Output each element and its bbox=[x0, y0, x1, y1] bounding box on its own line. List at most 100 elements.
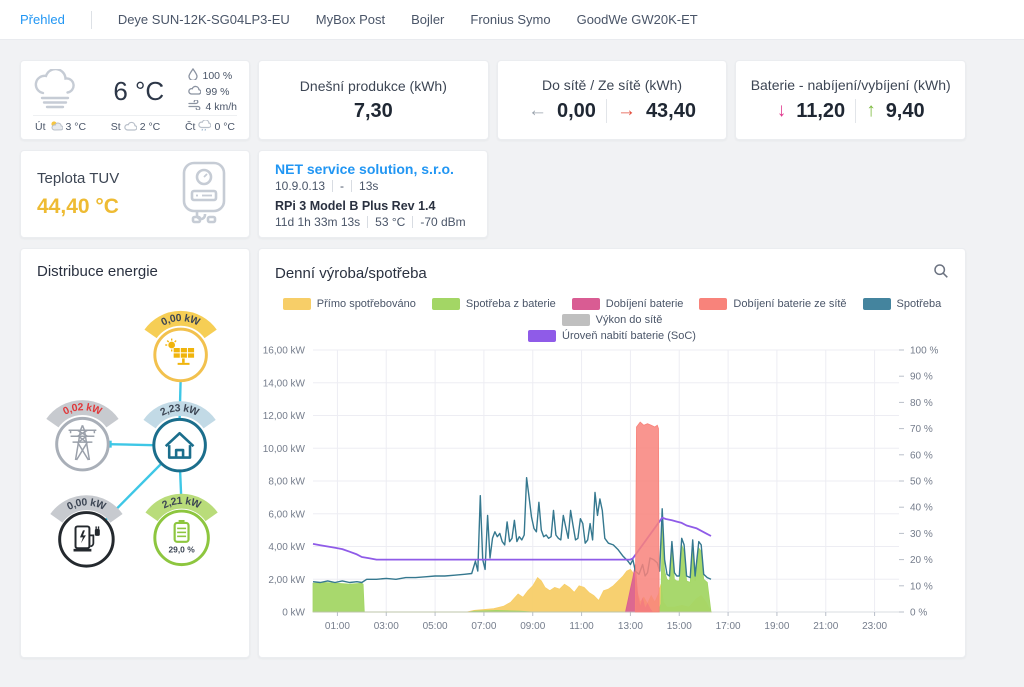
legend-swatch bbox=[572, 298, 600, 310]
axis-label: 15:00 bbox=[667, 621, 692, 632]
axis-label: 70 % bbox=[910, 424, 933, 435]
axis-label: 8,00 kW bbox=[268, 477, 305, 488]
legend-label: Úroveň nabití baterie (SoC) bbox=[562, 330, 696, 342]
production-title: Dnešní produkce (kWh) bbox=[300, 78, 447, 94]
axis-label: 03:00 bbox=[374, 621, 399, 632]
gateway-temperature: 53 °C bbox=[375, 215, 405, 229]
battery-node[interactable] bbox=[155, 511, 209, 565]
legend-item[interactable]: Úroveň nabití baterie (SoC) bbox=[528, 330, 696, 342]
from-grid-arrow-icon: → bbox=[617, 100, 636, 122]
forecast-day-3: Čt 0 °C bbox=[185, 120, 235, 134]
production-card: Dnešní produkce (kWh) 7,30 bbox=[258, 60, 489, 140]
nav-tab-deye[interactable]: Deye SUN-12K-SG04LP3-EU bbox=[118, 12, 290, 27]
nav-tab-fronius[interactable]: Fronius Symo bbox=[470, 12, 550, 27]
axis-label: 12,00 kW bbox=[263, 411, 306, 422]
wind-icon bbox=[188, 100, 201, 115]
legend-swatch bbox=[528, 330, 556, 342]
axis-label: 6,00 kW bbox=[268, 509, 305, 520]
gateway-card: NET service solution, s.r.o. 10.9.0.13 -… bbox=[258, 150, 488, 238]
axis-label: 19:00 bbox=[764, 621, 789, 632]
axis-label: 2,00 kW bbox=[268, 575, 305, 586]
axis-label: 20 % bbox=[910, 555, 933, 566]
to-grid-value: 0,00 bbox=[557, 100, 596, 123]
daily-chart-plot[interactable]: 0 kW 2,00 kW 4,00 kW 6,00 kW 8,00 kW 10,00 kW… bbox=[259, 342, 965, 657]
legend-swatch bbox=[562, 314, 590, 326]
axis-label: 10,00 kW bbox=[263, 444, 306, 455]
daily-chart-card: Denní výroba/spotřeba Přímo spotřebováno… bbox=[258, 248, 966, 658]
legend-swatch bbox=[432, 298, 460, 310]
nav-tab-goodwe[interactable]: GoodWe GW20K-ET bbox=[577, 12, 698, 27]
tuv-card: Teplota TUV 44,40 °C bbox=[20, 150, 250, 238]
cloudy-icon bbox=[124, 121, 137, 134]
from-grid-value: 43,40 bbox=[646, 100, 696, 123]
axis-label: 90 % bbox=[910, 372, 933, 383]
legend-item[interactable]: Spotřeba z baterie bbox=[432, 298, 556, 310]
solar-node[interactable] bbox=[155, 329, 207, 381]
battery-charge-arrow-icon: ↓ bbox=[777, 100, 787, 122]
nav-tab-prehled[interactable]: Přehled bbox=[20, 12, 65, 27]
charger-node[interactable] bbox=[60, 513, 114, 567]
axis-label: 0 % bbox=[910, 608, 927, 619]
grid-exchange-card: Do sítě / Ze sítě (kWh) ← 0,00 → 43,40 bbox=[497, 60, 728, 140]
battery-energy-card: Baterie - nabíjení/vybíjení (kWh) ↓ 11,2… bbox=[735, 60, 966, 140]
axis-label: 100 % bbox=[910, 346, 938, 357]
gateway-interval: 13s bbox=[359, 179, 378, 193]
axis-label: 23:00 bbox=[862, 621, 887, 632]
axis-label: 11:00 bbox=[569, 621, 594, 632]
legend-swatch bbox=[699, 298, 727, 310]
legend-swatch bbox=[283, 298, 311, 310]
axis-label: 16,00 kW bbox=[263, 346, 306, 357]
grid-exchange-title: Do sítě / Ze sítě (kWh) bbox=[542, 77, 682, 93]
energy-flow-diagram: 0,00 kW 0,02 kW 2,23 kW 0,00 kW 2,21 kW bbox=[21, 284, 249, 639]
chart-legend-row-1: Přímo spotřebováno Spotřeba z baterie Dobí… bbox=[259, 298, 965, 326]
legend-item[interactable]: Přímo spotřebováno bbox=[283, 298, 416, 310]
humidity-icon bbox=[188, 68, 198, 85]
legend-item[interactable]: Výkon do sítě bbox=[562, 314, 663, 326]
legend-label: Spotřeba bbox=[897, 298, 942, 310]
axis-label: 09:00 bbox=[520, 621, 545, 632]
axis-label: 14,00 kW bbox=[263, 378, 306, 389]
nav-divider bbox=[91, 11, 92, 29]
series-6 bbox=[635, 422, 659, 612]
gateway-link: - bbox=[340, 179, 344, 193]
legend-item[interactable]: Spotřeba bbox=[863, 298, 942, 310]
battery-energy-title: Baterie - nabíjení/vybíjení (kWh) bbox=[751, 77, 951, 93]
legend-label: Spotřeba z baterie bbox=[466, 298, 556, 310]
axis-label: 10 % bbox=[910, 581, 933, 592]
search-icon[interactable] bbox=[933, 263, 949, 284]
legend-swatch bbox=[863, 298, 891, 310]
axis-label: 01:00 bbox=[325, 621, 350, 632]
axis-label: 0 kW bbox=[282, 608, 305, 619]
chart-title: Denní výroba/spotřeba bbox=[275, 265, 427, 282]
energy-distribution-card: Distribuce energie 0,00 kW bbox=[20, 248, 250, 658]
value-divider bbox=[855, 99, 856, 123]
production-value: 7,30 bbox=[354, 100, 393, 123]
legend-label: Dobíjení baterie ze sítě bbox=[733, 298, 846, 310]
to-grid-arrow-icon: ← bbox=[528, 100, 547, 122]
gateway-signal: -70 dBm bbox=[420, 215, 465, 229]
axis-label: 13:00 bbox=[618, 621, 643, 632]
home-node[interactable] bbox=[154, 419, 206, 471]
axis-label: 30 % bbox=[910, 529, 933, 540]
cloud-icon bbox=[188, 85, 201, 100]
legend-label: Přímo spotřebováno bbox=[317, 298, 416, 310]
tuv-value: 44,40 °C bbox=[37, 195, 119, 219]
tuv-title: Teplota TUV bbox=[37, 170, 119, 187]
legend-label: Výkon do sítě bbox=[596, 314, 663, 326]
axis-label: 80 % bbox=[910, 398, 933, 409]
battery-discharge-value: 9,40 bbox=[886, 100, 925, 123]
legend-item[interactable]: Dobíjení baterie ze sítě bbox=[699, 298, 846, 310]
fog-cloud-icon bbox=[33, 69, 79, 114]
legend-item[interactable]: Dobíjení baterie bbox=[572, 298, 684, 310]
battery-discharge-arrow-icon: ↑ bbox=[866, 100, 876, 122]
axis-label: 60 % bbox=[910, 450, 933, 461]
battery-charge-value: 11,20 bbox=[796, 100, 845, 123]
chart-legend-row-2: Úroveň nabití baterie (SoC) bbox=[259, 330, 965, 342]
current-temperature: 6 °C bbox=[89, 76, 188, 107]
axis-label: 4,00 kW bbox=[268, 542, 305, 553]
value-divider bbox=[606, 99, 607, 123]
gateway-name[interactable]: NET service solution, s.r.o. bbox=[275, 161, 471, 177]
battery-soc-label: 29,0 % bbox=[169, 545, 196, 555]
nav-tab-bojler[interactable]: Bojler bbox=[411, 12, 444, 27]
nav-tab-mybox[interactable]: MyBox Post bbox=[316, 12, 385, 27]
